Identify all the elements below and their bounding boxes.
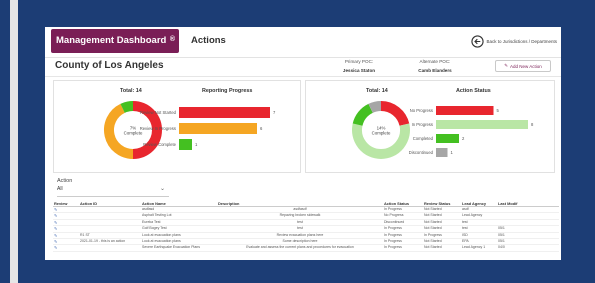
action-status-bar	[436, 106, 494, 115]
add-new-action-label: Add New Action	[510, 63, 542, 69]
edit-icon[interactable]: ✎	[53, 244, 79, 252]
edit-icon: ✎	[504, 63, 508, 68]
tab-management-dashboard[interactable]: Management Dashboard ®	[51, 29, 179, 53]
reporting-bar-value: 6	[260, 126, 263, 131]
action-status-panel: Total: 14 Action Status 14% Complete No Pr…	[305, 80, 555, 173]
reporting-progress-panel: Total: 14 Reporting Progress 7% Complete R…	[53, 80, 301, 173]
alternate-poc-label: Alternate POC:	[419, 59, 451, 64]
reporting-donut-center-label: Complete	[124, 131, 143, 136]
action-status-bar	[436, 148, 448, 157]
actions-table: Review Action ID Action Name Description Act…	[53, 200, 559, 252]
action-status-bar-label: No Progress	[410, 108, 433, 113]
table-cell: Not Started	[423, 244, 461, 252]
reporting-bar-value: 1	[195, 142, 198, 147]
action-status-bar-value: 1	[451, 150, 454, 155]
table-cell: Lead Agency 1	[461, 244, 497, 252]
reporting-bar-value: 7	[273, 110, 276, 115]
left-frame	[10, 0, 18, 283]
chevron-down-icon: ⌄	[159, 186, 165, 192]
reporting-bar	[179, 123, 257, 134]
table-body: ✎ asdfasd asdfasdf In Progress Not Started as…	[53, 206, 559, 252]
reporting-bar-label: Review Not Started	[140, 110, 177, 115]
primary-poc-label: Primary POC:	[344, 59, 374, 64]
alternate-poc-name: Camb Elanders	[418, 68, 452, 73]
reporting-donut-slice	[120, 101, 134, 113]
action-status-chart: 14%CompleteNo Progress 5In Progress 8Compl…	[352, 101, 534, 159]
table-cell: 04/0	[497, 244, 559, 252]
action-status-bar	[436, 120, 528, 129]
primary-poc-name: Jessica Staton	[342, 68, 376, 73]
action-status-bar-value: 5	[497, 108, 500, 113]
action-filter-label: Action	[57, 178, 73, 184]
action-status-bar-value: 8	[531, 122, 534, 127]
reporting-bar	[179, 107, 270, 118]
action-status-bar	[436, 134, 459, 143]
action-status-bar-label: In Progress	[412, 122, 433, 127]
action-status-bar-label: Completed	[413, 136, 434, 141]
primary-poc: Primary POC: Jessica Staton	[329, 59, 389, 73]
add-new-action-button[interactable]: ✎ Add New Action	[495, 60, 551, 72]
back-link-label: Back to Jurisdictions / Departments	[486, 38, 557, 44]
action-status-bar-label: Discontinued	[409, 150, 434, 155]
table-cell	[79, 244, 141, 252]
action-status-bar-value: 2	[462, 136, 465, 141]
action-status-donut-slice	[352, 103, 374, 127]
table-cell: Severe Earthquake Evacuation Plans	[141, 244, 217, 252]
table-cell: In Progress	[383, 244, 423, 252]
reporting-bar	[179, 139, 192, 150]
action-status-donut-slice	[380, 101, 410, 127]
action-status-donut-slice	[368, 101, 382, 113]
action-filter-value: All	[57, 186, 63, 192]
back-link[interactable]: Back to Jurisdictions / Departments	[471, 34, 557, 48]
header-divider	[45, 76, 561, 77]
tab-management-dashboard-label: Management Dashboard	[56, 35, 167, 46]
reporting-progress-chart: 7%CompleteReview Not Started 7Review In P…	[104, 101, 276, 159]
table-row[interactable]: ✎ Severe Earthquake Evacuation Plans Evalu…	[53, 244, 559, 252]
top-navigation: Management Dashboard ® Actions Back to J…	[45, 27, 561, 58]
alternate-poc: Alternate POC: Camb Elanders	[405, 59, 465, 73]
reporting-bar-label: Review Complete	[143, 142, 176, 147]
reporting-bar-label: Review In Progress	[140, 126, 176, 131]
tab-actions[interactable]: Actions	[191, 29, 226, 53]
arrow-left-circle-icon	[471, 34, 485, 48]
county-title: County of Los Angeles	[55, 60, 164, 71]
table-cell: Evaluate and assess the current plans an…	[217, 244, 383, 252]
action-filter-select[interactable]: All ⌄	[57, 186, 169, 197]
registered-mark: ®	[169, 36, 175, 43]
app-screen: Management Dashboard ® Actions Back to J…	[45, 27, 561, 260]
action-status-donut-center-label: Complete	[372, 131, 391, 136]
